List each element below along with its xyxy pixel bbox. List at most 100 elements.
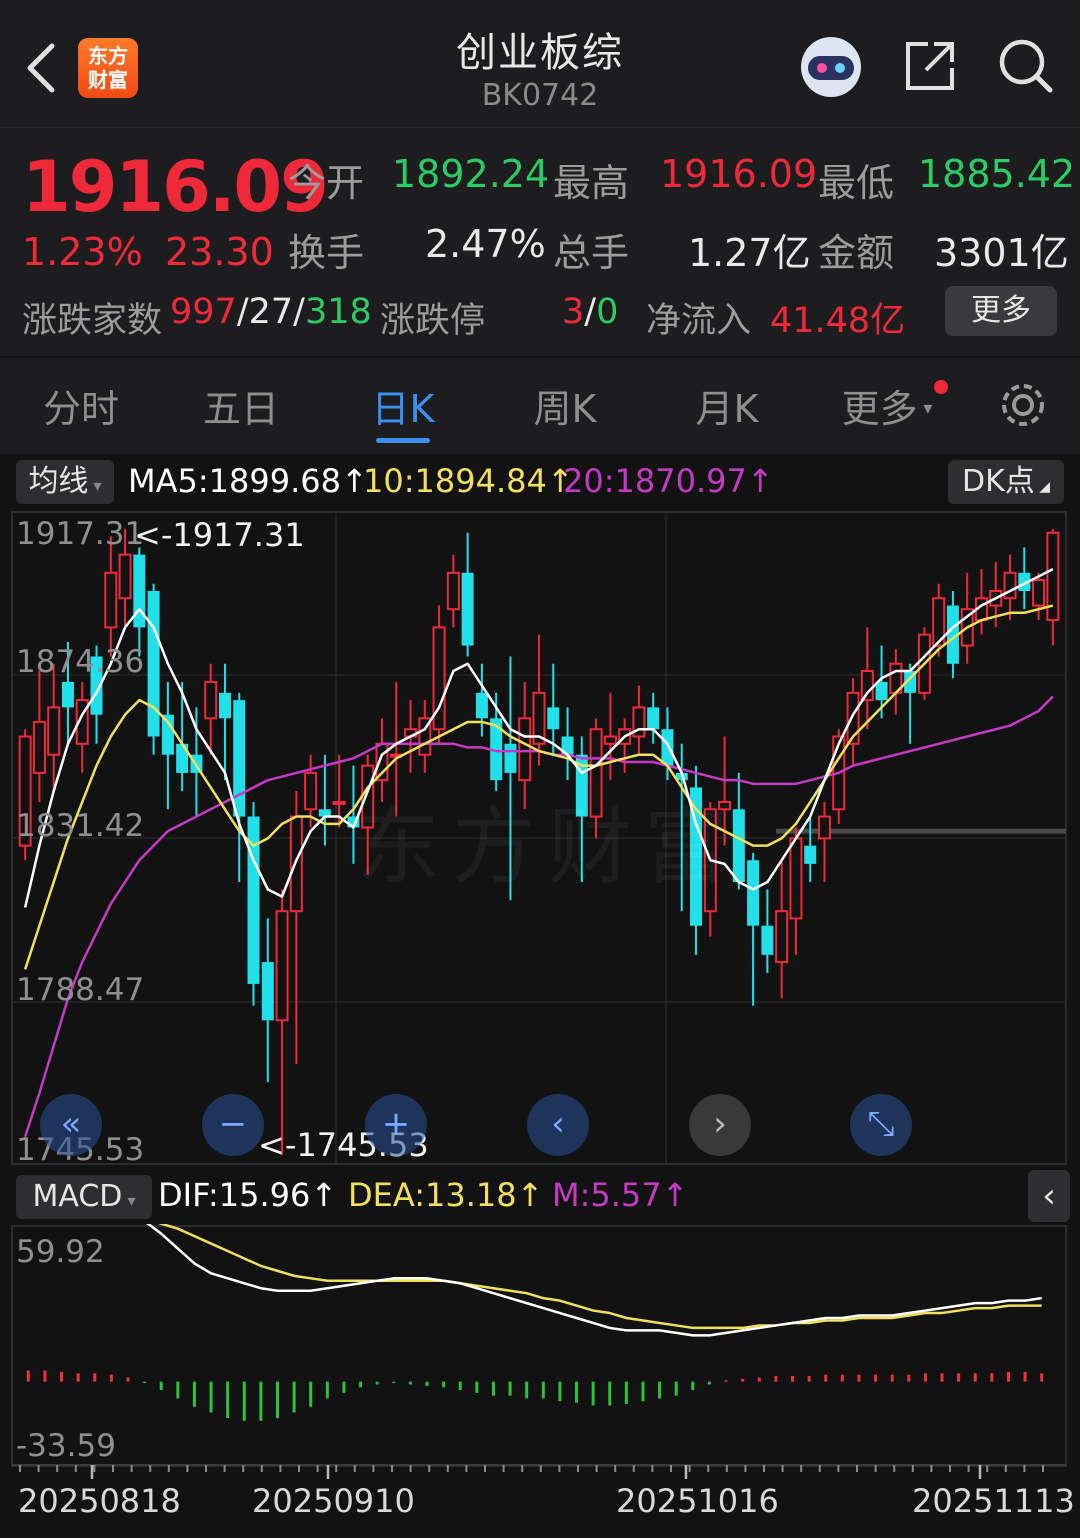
price-axis-label: 1917.31 bbox=[16, 516, 145, 552]
candle-body bbox=[475, 692, 488, 719]
candle-body bbox=[461, 572, 474, 646]
active-tab-indicator bbox=[376, 438, 430, 443]
candle-body bbox=[289, 815, 303, 913]
amount-label: 金额 bbox=[818, 231, 895, 275]
candle-body bbox=[1032, 579, 1046, 607]
ma20-legend: 20:1870.97↑ bbox=[563, 462, 774, 500]
candle-body bbox=[32, 720, 46, 774]
candle-body bbox=[204, 680, 218, 720]
tab-monthly-k[interactable]: 月K bbox=[652, 378, 802, 433]
breadth-values: 997/27/318 bbox=[170, 292, 372, 332]
date-label: 20250818 bbox=[18, 1482, 181, 1520]
share-icon[interactable] bbox=[902, 38, 958, 94]
candle-body bbox=[1003, 571, 1017, 600]
netflow-value: 41.48亿 bbox=[770, 301, 906, 341]
high-label: 最高 bbox=[553, 161, 630, 205]
scroll-left-icon[interactable]: ‹ bbox=[527, 1094, 589, 1156]
candle-body bbox=[304, 771, 318, 811]
candle-body bbox=[547, 707, 560, 730]
scroll-start-icon[interactable]: « bbox=[40, 1094, 102, 1156]
max-price-marker: <-1917.31 bbox=[134, 516, 305, 554]
ma5-legend: MA5:1899.68↑ bbox=[128, 462, 368, 500]
candle-body bbox=[332, 801, 346, 806]
search-icon[interactable] bbox=[996, 36, 1056, 96]
candle-body bbox=[661, 729, 674, 766]
date-label: 20251113 bbox=[912, 1482, 1075, 1520]
collapse-panel-icon[interactable]: ‹ bbox=[1028, 1170, 1070, 1222]
change-amount: 23.30 bbox=[165, 230, 274, 274]
dif-legend: DIF:15.96↑ bbox=[158, 1176, 338, 1214]
candle-body bbox=[233, 700, 246, 817]
price-axis-label: 1831.42 bbox=[16, 808, 145, 844]
top-bar: 东方 财富 创业板综 BK0742 bbox=[0, 0, 1080, 128]
robot-avatar-icon[interactable] bbox=[796, 34, 866, 100]
candle-body bbox=[61, 681, 74, 708]
chart-frame bbox=[11, 1225, 1067, 1467]
zoom-out-icon[interactable]: − bbox=[202, 1094, 264, 1156]
volume-value: 1.27亿 bbox=[688, 231, 811, 275]
m-legend: M:5.57↑ bbox=[552, 1176, 689, 1214]
date-axis bbox=[12, 1464, 1066, 1479]
tab-five-day[interactable]: 五日 bbox=[166, 378, 316, 433]
fullscreen-icon[interactable]: ⤡ bbox=[850, 1094, 912, 1156]
volume-label: 总手 bbox=[553, 231, 630, 275]
ma10-legend: 10:1894.84↑ bbox=[363, 462, 574, 500]
dea-line bbox=[157, 1224, 1042, 1330]
tab-intraday[interactable]: 分时 bbox=[6, 378, 156, 433]
candle-body bbox=[47, 706, 61, 756]
candle-body bbox=[118, 553, 132, 600]
candle-body bbox=[747, 860, 760, 926]
amount-value: 3301亿 bbox=[934, 231, 1069, 275]
candle-body bbox=[446, 571, 460, 611]
date-label: 20250910 bbox=[252, 1482, 415, 1520]
scroll-right-icon[interactable]: › bbox=[689, 1094, 751, 1156]
period-tabs: 分时 五日 日K 周K 月K 更多 ▾ bbox=[0, 358, 1080, 454]
candle-body bbox=[518, 717, 532, 782]
candle-body bbox=[603, 735, 617, 745]
zoom-in-icon[interactable]: + bbox=[365, 1094, 427, 1156]
notification-dot bbox=[934, 380, 948, 394]
open-label: 今开 bbox=[288, 161, 365, 205]
candle-body bbox=[647, 707, 660, 730]
quote-panel: 1916.09 1.23% 23.30 今开 1892.24 最高 1916.0… bbox=[0, 128, 1080, 356]
candle-body bbox=[261, 962, 274, 1021]
candle-body bbox=[789, 837, 803, 920]
macd-axis-label: -33.59 bbox=[16, 1428, 116, 1464]
tab-daily-k[interactable]: 日K bbox=[328, 378, 478, 433]
low-value: 1885.42 bbox=[918, 152, 1076, 196]
candle-body bbox=[804, 845, 817, 864]
candle-body bbox=[504, 743, 517, 773]
limit-label: 涨跌停 bbox=[380, 301, 486, 341]
candle-body bbox=[860, 670, 874, 702]
settings-gear-icon[interactable] bbox=[998, 380, 1048, 430]
indicator-selector[interactable]: MACD ▾ bbox=[16, 1175, 152, 1219]
candle-body bbox=[775, 910, 789, 964]
candle-body bbox=[875, 681, 888, 701]
open-value: 1892.24 bbox=[392, 152, 550, 196]
turnover-label: 换手 bbox=[288, 231, 365, 275]
high-value: 1916.09 bbox=[660, 152, 818, 196]
limit-values: 3/0 bbox=[562, 292, 619, 332]
price-axis-label: 1788.47 bbox=[16, 972, 145, 1008]
ma-selector[interactable]: 均线 ▾ bbox=[16, 460, 114, 504]
change-percent: 1.23% bbox=[22, 230, 143, 274]
price-axis-label: 1874.36 bbox=[16, 644, 145, 680]
more-button[interactable]: 更多 bbox=[945, 286, 1057, 336]
macd-axis-label: 59.92 bbox=[16, 1234, 105, 1270]
netflow-label: 净流入 bbox=[646, 301, 752, 341]
date-label: 20251016 bbox=[616, 1482, 779, 1520]
candle-body bbox=[218, 692, 231, 719]
dk-point-button[interactable]: DK点 ◢ bbox=[948, 460, 1064, 504]
candle-body bbox=[817, 815, 831, 840]
candle-body bbox=[275, 910, 289, 1022]
last-price: 1916.09 bbox=[22, 146, 329, 228]
turnover-value: 2.47% bbox=[425, 222, 546, 266]
macd-chart[interactable] bbox=[0, 1224, 1080, 1468]
candle-body bbox=[104, 571, 118, 629]
tab-weekly-k[interactable]: 周K bbox=[490, 378, 640, 433]
dea-legend: DEA:13.18↑ bbox=[348, 1176, 544, 1214]
candle-body bbox=[761, 925, 774, 955]
candle-body bbox=[147, 590, 160, 737]
watermark: 东方财富 bbox=[356, 798, 741, 896]
breadth-label: 涨跌家数 bbox=[22, 301, 163, 341]
